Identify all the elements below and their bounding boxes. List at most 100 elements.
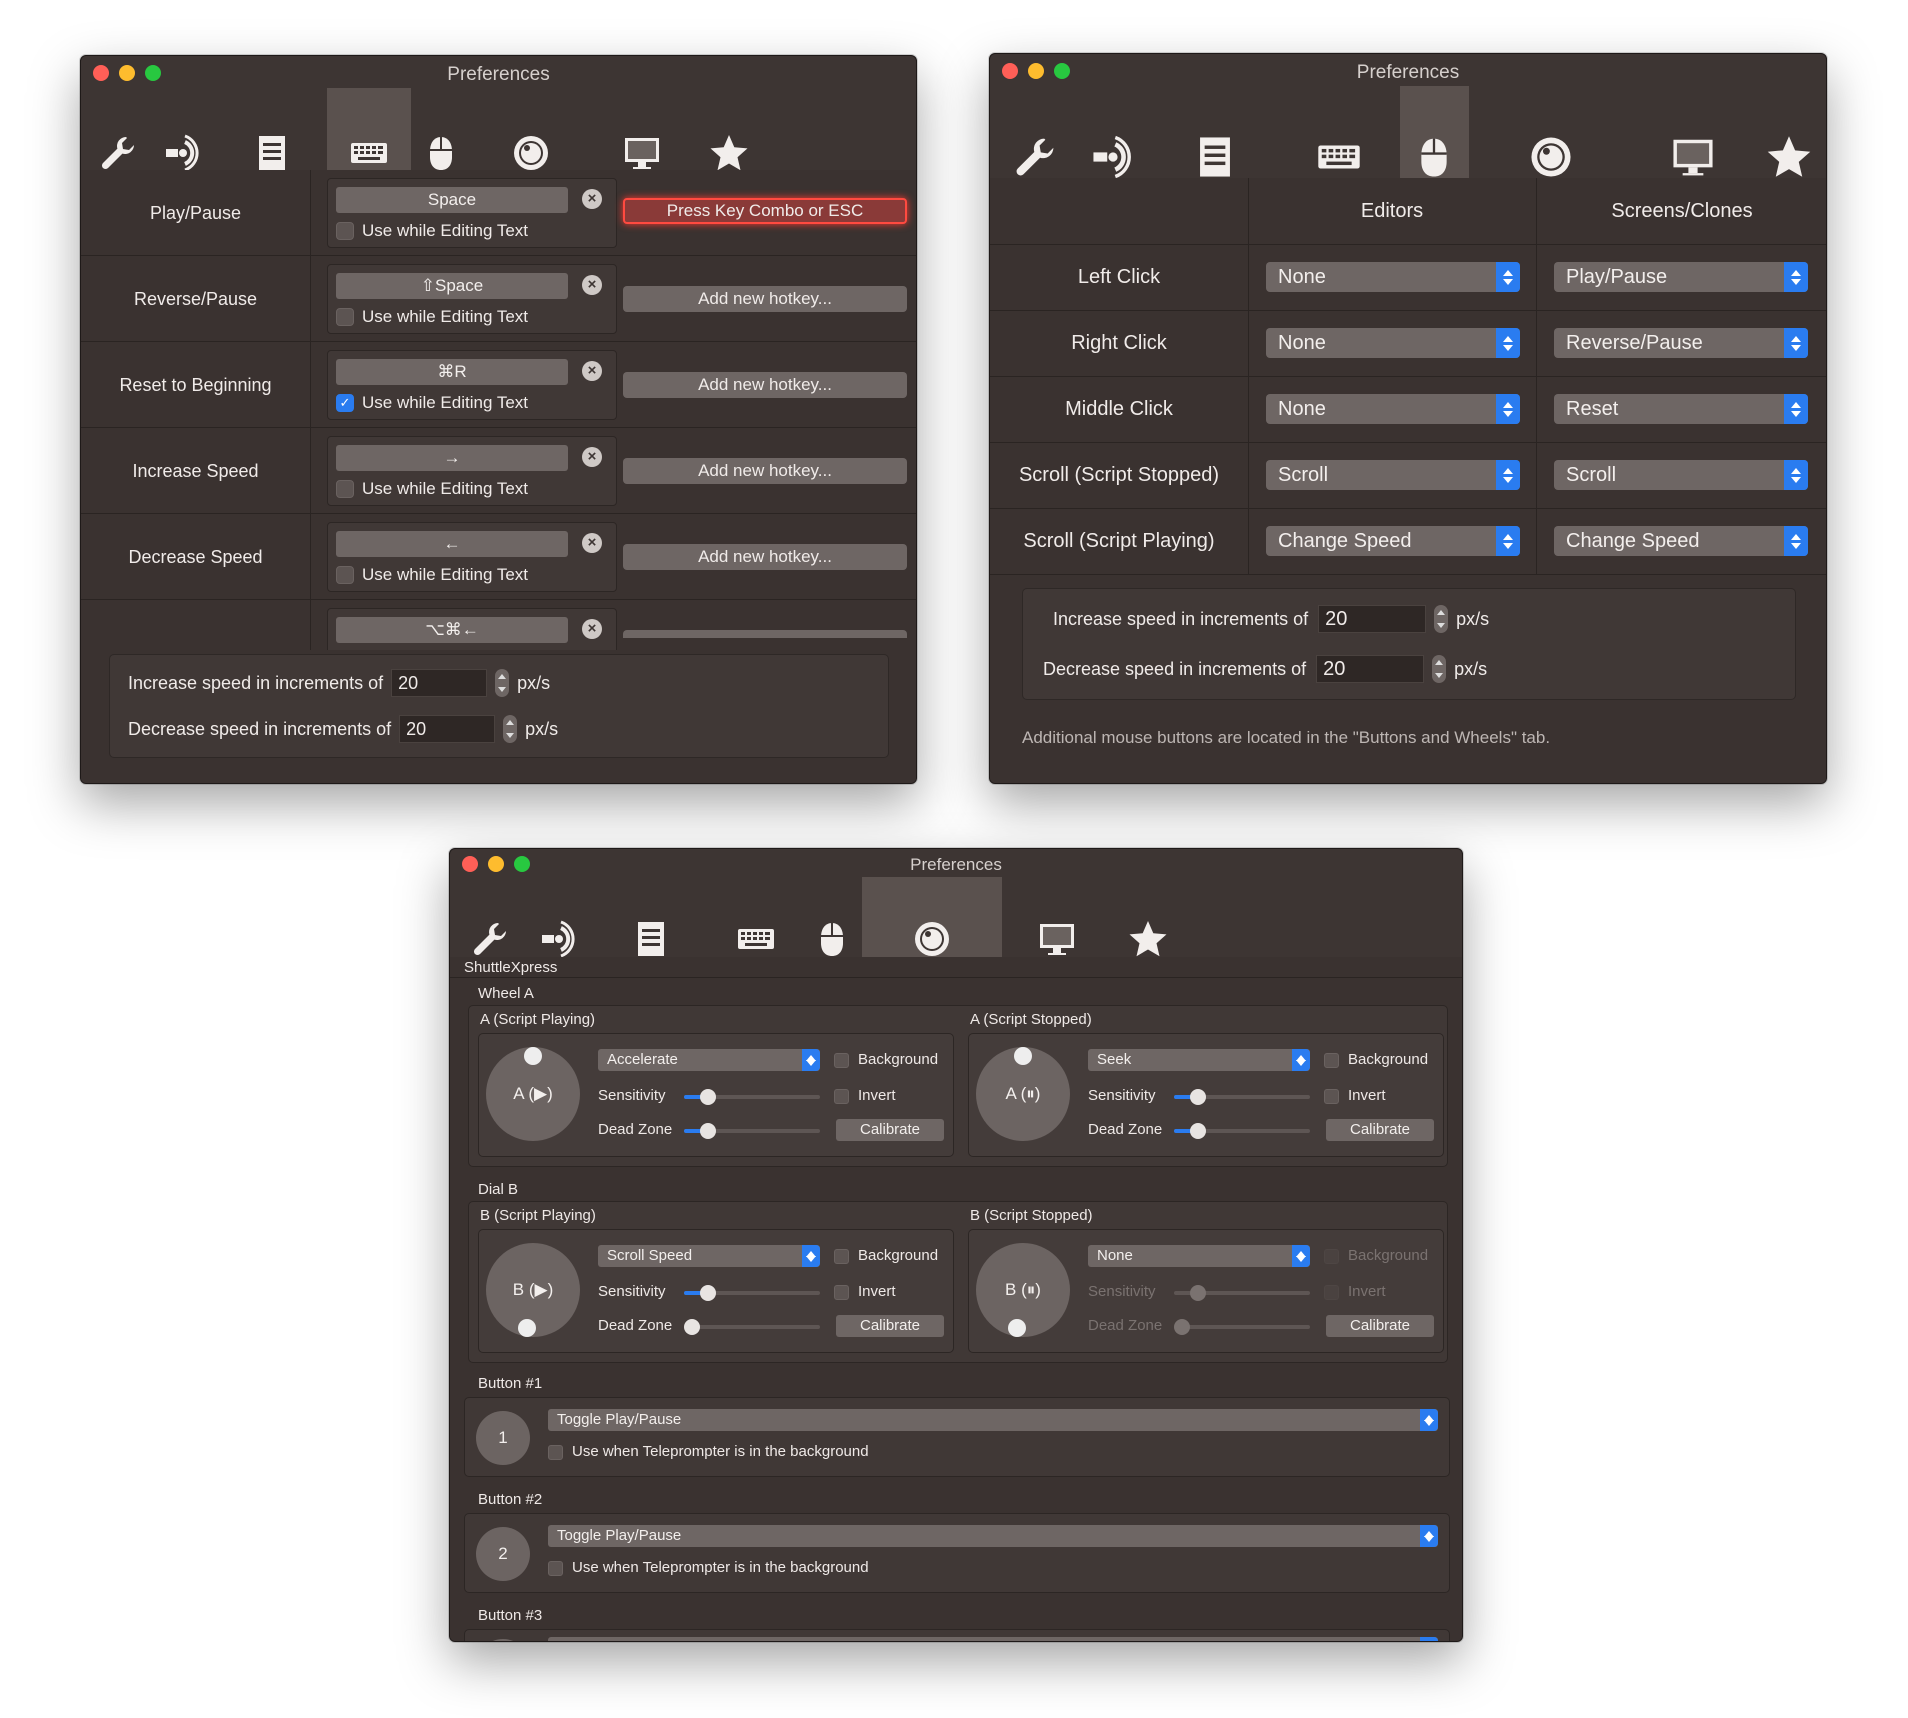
screens-select[interactable]: Play/Pause [1554,262,1808,292]
use-while-editing-checkbox[interactable]: Use while Editing Text [336,565,528,585]
background-checkbox[interactable] [834,1249,849,1264]
button-number-badge: 1 [476,1411,530,1465]
invert-checkbox[interactable] [1324,1285,1339,1300]
slider-knob[interactable] [699,1123,716,1139]
select-value: Scroll [1566,464,1617,486]
hotkey-field[interactable]: ← [336,531,568,557]
hotkey-field[interactable]: ⌘R [336,359,568,385]
monitor-icon [1037,919,1077,959]
use-in-background-checkbox[interactable] [548,1561,563,1576]
clear-hotkey-icon[interactable]: × [582,533,602,553]
invert-checkbox[interactable] [834,1089,849,1104]
background-label: Background [1348,1247,1429,1264]
record-hotkey-button[interactable]: Press Key Combo or ESC [623,198,907,224]
select-value: Play/Pause [1566,266,1668,288]
sensitivity-slider[interactable] [1174,1089,1310,1105]
hotkey-box: → × Use while Editing Text [327,436,617,506]
slider-knob[interactable] [1174,1319,1190,1335]
use-while-editing-checkbox[interactable]: Use while Editing Text [336,307,528,327]
editors-select[interactable]: None [1266,262,1520,292]
hotkey-field[interactable]: ⇧Space [336,273,568,299]
hotkey-action-label: Decrease Speed [81,514,311,600]
dead-zone-slider[interactable] [1174,1123,1310,1139]
editors-select[interactable]: Scroll [1266,460,1520,490]
hotkey-row: ⌥⌘← × Use while Editing Text [81,600,916,650]
use-while-editing-checkbox[interactable]: ✓ Use while Editing Text [336,393,528,413]
clear-hotkey-icon[interactable]: × [582,189,602,209]
add-hotkey-button[interactable]: Add new hotkey... [623,458,907,484]
calibrate-button[interactable]: Calibrate [836,1119,944,1141]
background-checkbox[interactable] [834,1053,849,1068]
increase-speed-stepper[interactable] [1434,605,1449,633]
dial-action-select[interactable]: Seek [1088,1049,1310,1071]
dial-action-select[interactable]: Scroll Speed [598,1245,820,1267]
chevron-updown-icon [1420,1637,1438,1641]
hotkey-field[interactable]: ⌥⌘← [336,617,568,643]
slider-knob[interactable] [1189,1089,1206,1105]
mouse-footnote: Additional mouse buttons are located in … [1022,728,1551,747]
button-action-select[interactable]: Toggle Play/Pause [548,1409,1438,1431]
hotkey-field[interactable]: → [336,445,568,471]
button-action-select[interactable]: Toggle Play/Pause [548,1525,1438,1547]
chevron-updown-icon [1784,460,1808,490]
screens-select[interactable]: Scroll [1554,460,1808,490]
screens-select[interactable]: Change Speed [1554,526,1808,556]
device-name: ShuttleXpress [464,959,558,976]
use-while-editing-checkbox[interactable]: Use while Editing Text [336,221,528,241]
button-action-select[interactable] [548,1637,1438,1641]
clear-hotkey-icon[interactable]: × [582,447,602,467]
clear-hotkey-icon[interactable]: × [582,361,602,381]
hotkey-field[interactable]: Space [336,187,568,213]
screens-select[interactable]: Reset [1554,394,1808,424]
slider-knob[interactable] [1189,1285,1206,1301]
increase-speed-row: Increase speed in increments of 20 px/s [1053,605,1489,633]
keyboard-pane: Play/Pause Space × Use while Editing Tex… [81,170,916,783]
invert-checkbox[interactable] [1324,1089,1339,1104]
slider-knob[interactable] [699,1089,716,1105]
calibrate-button[interactable]: Calibrate [1326,1119,1434,1141]
sensitivity-slider[interactable] [684,1089,820,1105]
hotkey-row: Reverse/Pause ⇧Space × Use while Editing… [81,256,916,342]
slider-knob[interactable] [1189,1123,1206,1139]
calibrate-button[interactable]: Calibrate [836,1315,944,1337]
increase-speed-unit: px/s [517,672,551,693]
sensitivity-slider[interactable] [684,1285,820,1301]
group-title: A (Script Playing) [480,1011,596,1028]
add-hotkey-button[interactable]: Add new hotkey... [623,544,907,570]
editors-select[interactable]: None [1266,328,1520,358]
add-hotkey-button[interactable] [623,630,907,638]
background-checkbox[interactable] [1324,1053,1339,1068]
increase-speed-stepper[interactable] [495,669,510,697]
dial-action-select[interactable]: None [1088,1245,1310,1267]
decrease-speed-input[interactable]: 20 [399,715,496,743]
clear-hotkey-icon[interactable]: × [582,275,602,295]
slider-knob[interactable] [699,1285,716,1301]
dial-position-dot [518,1319,536,1337]
dead-zone-slider[interactable] [1174,1319,1310,1335]
increase-speed-input[interactable]: 20 [1318,605,1427,633]
dial-action-select[interactable]: Accelerate [598,1049,820,1071]
decrease-speed-input[interactable]: 20 [1316,655,1425,683]
sensitivity-slider[interactable] [1174,1285,1310,1301]
clear-hotkey-icon[interactable]: × [582,619,602,639]
decrease-speed-stepper[interactable] [503,715,518,743]
use-in-background-checkbox[interactable] [548,1445,563,1460]
invert-checkbox[interactable] [834,1285,849,1300]
editors-select[interactable]: Change Speed [1266,526,1520,556]
background-checkbox[interactable] [1324,1249,1339,1264]
dial-settings-group: A (Script Stopped) A (⏸) Seek Background… [962,1005,1444,1167]
dial-b-title: Dial B [478,1181,519,1198]
screens-select[interactable]: Reverse/Pause [1554,328,1808,358]
select-value: None [1278,398,1326,420]
editors-select[interactable]: None [1266,394,1520,424]
dead-zone-slider[interactable] [684,1123,820,1139]
increase-speed-input[interactable]: 20 [391,669,488,697]
use-while-editing-checkbox[interactable]: Use while Editing Text [336,479,528,499]
dead-zone-slider[interactable] [684,1319,820,1335]
button-number-badge: 2 [476,1527,530,1581]
calibrate-button[interactable]: Calibrate [1326,1315,1434,1337]
add-hotkey-button[interactable]: Add new hotkey... [623,286,907,312]
slider-knob[interactable] [684,1319,700,1335]
decrease-speed-stepper[interactable] [1432,655,1447,683]
add-hotkey-button[interactable]: Add new hotkey... [623,372,907,398]
